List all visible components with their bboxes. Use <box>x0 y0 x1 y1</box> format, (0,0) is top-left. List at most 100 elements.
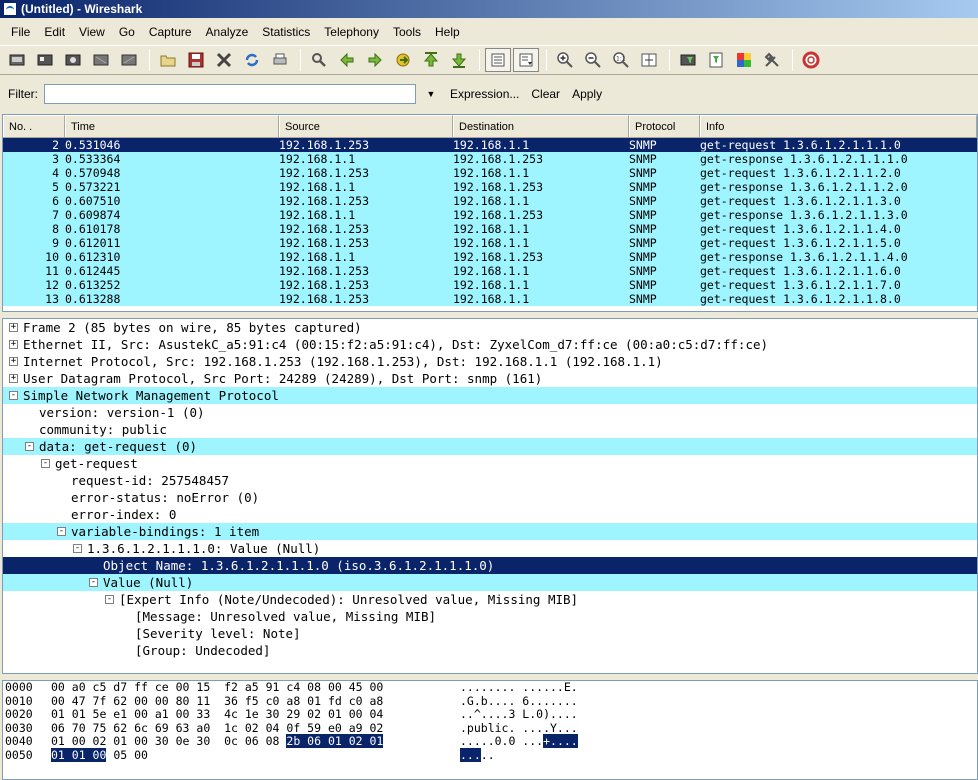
packet-row[interactable]: 3 0.533364 192.168.1.1 192.168.1.253 SNMP get… <box>3 152 977 166</box>
filter-dropdown-icon[interactable]: ▼ <box>424 87 438 101</box>
hex-bytes[interactable]: 06 70 75 62 6c 69 63 a0 1c 02 04 0f 59 e… <box>51 721 383 736</box>
filter-input[interactable] <box>44 84 416 104</box>
packet-row[interactable]: 12 0.613252 192.168.1.253 192.168.1.1 SNMP ge… <box>3 278 977 292</box>
detail-tree-item[interactable]: error-index: 0 <box>3 506 977 523</box>
packet-row[interactable]: 13 0.613288 192.168.1.253 192.168.1.1 SNMP ge… <box>3 292 977 306</box>
detail-tree-item[interactable]: request-id: 257548457 <box>3 472 977 489</box>
detail-tree-item[interactable]: + Ethernet II, Src: AsustekC_a5:91:c4 (00… <box>3 336 977 353</box>
column-header-source[interactable]: Source <box>279 115 453 137</box>
expand-icon[interactable]: + <box>9 340 18 349</box>
go-to-packet-icon[interactable] <box>390 48 416 72</box>
detail-tree-item[interactable]: version: version-1 (0) <box>3 404 977 421</box>
menu-capture[interactable]: Capture <box>142 25 199 39</box>
coloring-rules-icon[interactable] <box>731 48 757 72</box>
hex-ascii[interactable]: ........ ......E. <box>460 681 578 695</box>
packet-bytes-pane[interactable]: 0000 00 a0 c5 d7 ff ce 00 15 f2 a5 91 c4 … <box>2 680 978 780</box>
collapse-icon[interactable]: - <box>25 442 34 451</box>
zoom-in-icon[interactable] <box>552 48 578 72</box>
column-header-time[interactable]: Time <box>65 115 279 137</box>
menu-statistics[interactable]: Statistics <box>255 25 317 39</box>
column-header-destination[interactable]: Destination <box>453 115 629 137</box>
resize-columns-icon[interactable] <box>636 48 662 72</box>
zoom-normal-icon[interactable]: 1:1 <box>608 48 634 72</box>
detail-tree-item[interactable]: Object Name: 1.3.6.1.2.1.1.1.0 (iso.3.6.… <box>3 557 977 574</box>
open-folder-icon[interactable] <box>155 48 181 72</box>
detail-tree-item[interactable]: [Message: Unresolved value, Missing MIB] <box>3 608 977 625</box>
hex-bytes[interactable]: 01 00 02 01 00 30 0e 30 0c 06 08 2b 06 0… <box>51 734 384 749</box>
go-forward-icon[interactable] <box>362 48 388 72</box>
packet-row[interactable]: 7 0.609874 192.168.1.1 192.168.1.253 SNMP get… <box>3 208 977 222</box>
menu-telephony[interactable]: Telephony <box>317 25 386 39</box>
close-file-icon[interactable] <box>211 48 237 72</box>
packet-row[interactable]: 6 0.607510 192.168.1.253 192.168.1.1 SNMP get… <box>3 194 977 208</box>
expand-icon[interactable]: + <box>9 357 18 366</box>
detail-tree-item[interactable]: + Frame 2 (85 bytes on wire, 85 bytes cap… <box>3 319 977 336</box>
menu-tools[interactable]: Tools <box>386 25 428 39</box>
expand-icon[interactable]: + <box>9 323 18 332</box>
apply-button[interactable]: Apply <box>572 87 602 101</box>
hex-ascii[interactable]: .G.b.... 6....... <box>460 694 578 709</box>
collapse-icon[interactable]: - <box>89 578 98 587</box>
column-header-info[interactable]: Info <box>700 115 977 137</box>
menu-go[interactable]: Go <box>112 25 142 39</box>
hex-ascii[interactable]: ..... <box>460 747 495 763</box>
detail-tree-item[interactable]: [Severity level: Note] <box>3 625 977 642</box>
packet-list-pane[interactable]: No. . Time Source Destination Protocol I… <box>2 114 978 312</box>
capture-options-icon[interactable] <box>32 48 58 72</box>
print-icon[interactable] <box>267 48 293 72</box>
hex-bytes[interactable]: 01 01 5e e1 00 a1 00 33 4c 1e 30 29 02 0… <box>51 707 383 722</box>
interfaces-icon[interactable] <box>4 48 30 72</box>
hex-ascii[interactable]: .public. ....Y... <box>460 721 578 736</box>
column-header-protocol[interactable]: Protocol <box>629 115 700 137</box>
go-first-icon[interactable] <box>418 48 444 72</box>
detail-tree-item[interactable]: community: public <box>3 421 977 438</box>
menu-help[interactable]: Help <box>428 25 467 39</box>
packet-row[interactable]: 5 0.573221 192.168.1.1 192.168.1.253 SNMP get… <box>3 180 977 194</box>
colorize-icon[interactable] <box>485 48 511 72</box>
zoom-out-icon[interactable] <box>580 48 606 72</box>
save-icon[interactable] <box>183 48 209 72</box>
packet-details-pane[interactable]: + Frame 2 (85 bytes on wire, 85 bytes cap… <box>2 318 978 674</box>
collapse-icon[interactable]: - <box>9 391 18 400</box>
menu-file[interactable]: File <box>4 25 37 39</box>
auto-scroll-icon[interactable] <box>513 48 539 72</box>
detail-tree-item[interactable]: - [Expert Info (Note/Undecoded): Unresolv… <box>3 591 977 608</box>
go-last-icon[interactable] <box>446 48 472 72</box>
reload-icon[interactable] <box>239 48 265 72</box>
menu-view[interactable]: View <box>72 25 112 39</box>
detail-tree-item[interactable]: error-status: noError (0) <box>3 489 977 506</box>
display-filters-icon[interactable] <box>703 48 729 72</box>
detail-tree-item[interactable]: - Simple Network Management Protocol <box>3 387 977 404</box>
collapse-icon[interactable]: - <box>41 459 50 468</box>
preferences-icon[interactable] <box>759 48 785 72</box>
detail-tree-item[interactable]: - data: get-request (0) <box>3 438 977 455</box>
go-back-icon[interactable] <box>334 48 360 72</box>
detail-tree-item[interactable]: - Value (Null) <box>3 574 977 591</box>
packet-row[interactable]: 2 0.531046 192.168.1.253 192.168.1.1 SNMP get… <box>3 138 977 152</box>
expand-icon[interactable]: + <box>9 374 18 383</box>
hex-ascii[interactable]: .....0.0 ...+.... <box>460 734 578 749</box>
detail-tree-item[interactable]: + Internet Protocol, Src: 192.168.1.253 (… <box>3 353 977 370</box>
packet-row[interactable]: 8 0.610178 192.168.1.253 192.168.1.1 SNMP get… <box>3 222 977 236</box>
help-icon[interactable] <box>798 48 824 72</box>
hex-bytes[interactable]: 01 01 00 05 00 <box>51 747 148 763</box>
collapse-icon[interactable]: - <box>57 527 66 536</box>
hex-ascii[interactable]: ..^....3 L.0).... <box>460 707 578 722</box>
capture-start-icon[interactable] <box>60 48 86 72</box>
detail-tree-item[interactable]: -1.3.6.1.2.1.1.1.0: Value (Null) <box>3 540 977 557</box>
packet-row[interactable]: 10 0.612310 192.168.1.1 192.168.1.253 SNMP ge… <box>3 250 977 264</box>
capture-stop-icon[interactable] <box>88 48 114 72</box>
detail-tree-item[interactable]: - variable-bindings: 1 item <box>3 523 977 540</box>
expression-button[interactable]: Expression... <box>450 87 519 101</box>
packet-row[interactable]: 4 0.570948 192.168.1.253 192.168.1.1 SNMP get… <box>3 166 977 180</box>
menu-edit[interactable]: Edit <box>37 25 72 39</box>
hex-bytes[interactable]: 00 47 7f 62 00 00 80 11 36 f5 c0 a8 01 f… <box>51 694 383 709</box>
capture-restart-icon[interactable] <box>116 48 142 72</box>
capture-filters-icon[interactable] <box>675 48 701 72</box>
detail-tree-item[interactable]: + User Datagram Protocol, Src Port: 24289… <box>3 370 977 387</box>
clear-button[interactable]: Clear <box>531 87 560 101</box>
find-icon[interactable] <box>306 48 332 72</box>
collapse-icon[interactable]: - <box>105 595 114 604</box>
detail-tree-item[interactable]: - get-request <box>3 455 977 472</box>
packet-row[interactable]: 9 0.612011 192.168.1.253 192.168.1.1 SNMP get… <box>3 236 977 250</box>
